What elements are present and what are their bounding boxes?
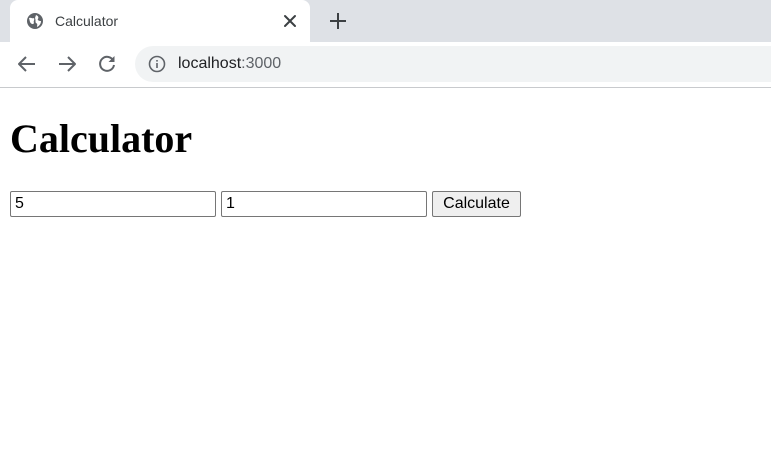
- tab-strip: Calculator: [0, 0, 771, 42]
- url-text: localhost:3000: [178, 54, 281, 74]
- page-title: Calculator: [10, 116, 193, 161]
- tab-title: Calculator: [55, 13, 119, 29]
- url-port: :3000: [241, 55, 282, 72]
- arrow-left-icon[interactable]: [16, 53, 38, 75]
- calculate-button[interactable]: Calculate: [432, 191, 521, 217]
- info-icon[interactable]: [148, 55, 166, 73]
- address-bar[interactable]: localhost:3000: [135, 46, 771, 82]
- page-content: Calculator Calculate: [0, 88, 771, 468]
- browser-tab[interactable]: Calculator: [10, 0, 310, 42]
- plus-icon[interactable]: [326, 9, 350, 33]
- first-number-input[interactable]: [10, 191, 216, 217]
- close-icon[interactable]: [281, 12, 299, 30]
- browser-toolbar: localhost:3000: [0, 42, 771, 88]
- reload-icon[interactable]: [96, 53, 118, 75]
- globe-icon: [26, 12, 44, 30]
- arrow-right-icon[interactable]: [56, 53, 78, 75]
- second-number-input[interactable]: [221, 191, 427, 217]
- url-host: localhost: [178, 55, 242, 72]
